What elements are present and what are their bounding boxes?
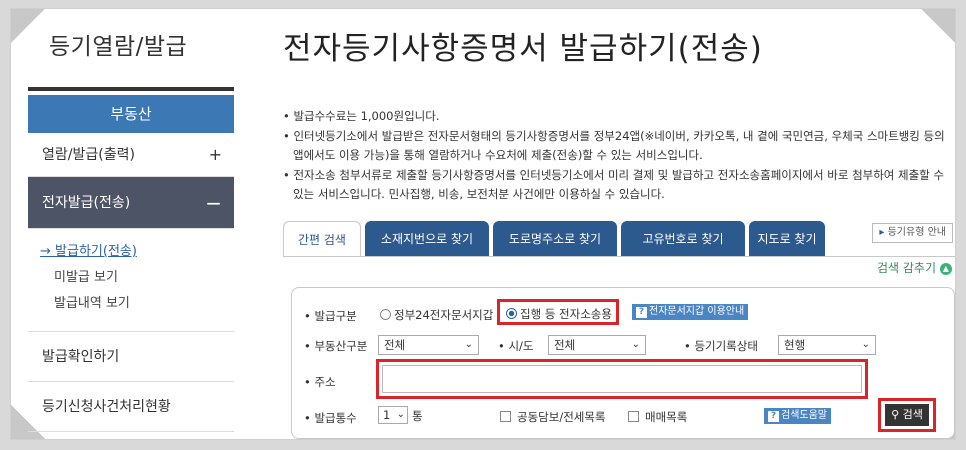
copies-unit: 통	[412, 409, 423, 423]
sidebar-item-label: 등기신청사건처리현황	[42, 399, 171, 415]
tab-simple-search[interactable]: 간편 검색	[283, 221, 361, 257]
triangle-right-icon: ▸	[879, 227, 885, 238]
hide-search-toggle[interactable]: 검색 감추기 ▲	[877, 259, 952, 276]
record-status-select[interactable]: 현행 ⌄	[778, 335, 876, 355]
checkbox-label: 매매목록	[645, 410, 688, 424]
chevron-down-icon: ⌄	[396, 409, 405, 420]
sidebar-item-view-issue[interactable]: 열람/발급(출력) +	[28, 133, 234, 177]
select-value: 1	[383, 408, 391, 422]
frame-corner	[11, 9, 45, 43]
tab-lot-number[interactable]: 소재지번으로 찾기	[365, 221, 489, 257]
radio-label: 집행 등 전자소송용	[520, 307, 612, 321]
search-button-label: 검색	[902, 408, 923, 421]
checkbox-label: 공동담보/전세목록	[517, 410, 606, 424]
checkbox[interactable]	[628, 411, 639, 422]
checkbox-sale-list[interactable]: 매매목록	[628, 409, 687, 425]
radio-button[interactable]	[380, 309, 391, 320]
tab-road-address[interactable]: 도로명주소로 찾기	[493, 221, 617, 257]
sidebar-section-title: 등기열람/발급	[49, 34, 188, 60]
radio-ecourt[interactable]: 집행 등 전자소송용	[506, 306, 612, 322]
chevron-down-icon: ⌄	[464, 339, 473, 350]
sidebar-item-label: 열람/발급(출력)	[42, 147, 135, 163]
plus-icon[interactable]: +	[209, 133, 222, 177]
sidebar-item-label: 전자발급(전송)	[42, 195, 131, 211]
wallet-guide-label: 전자문서지갑 이용안내	[649, 306, 745, 317]
chevron-down-icon: ⌄	[631, 339, 640, 350]
copies-label: • 발급통수	[304, 411, 357, 425]
note-fee: • 발급수수료는 1,000원입니다.	[283, 109, 440, 123]
search-help-button[interactable]: ? 검색도움말	[764, 408, 831, 424]
search-help-label: 검색도움말	[781, 410, 827, 421]
sidebar-item-electronic-issue[interactable]: 전자발급(전송) −	[28, 177, 234, 229]
sidebar-submenu: → 발급하기(전송) 미발급 보기 발급내역 보기	[28, 229, 234, 332]
record-status-label: • 등기기록상태	[684, 339, 758, 353]
tab-unique-number[interactable]: 고유번호로 찾기	[621, 221, 745, 257]
sidebar-item-verify[interactable]: 발급확인하기	[28, 332, 234, 382]
issue-type-label: • 발급구분	[304, 309, 357, 323]
chevron-down-icon: ⌄	[861, 339, 870, 350]
address-input[interactable]	[382, 365, 862, 393]
radio-gov24[interactable]: 정부24전자문서지갑	[380, 307, 493, 323]
checkbox[interactable]	[500, 411, 511, 422]
note-ecourt: • 전자소송 첨부서류로 제출할 등기사항증명서를 인터넷등기소에서 미리 결제…	[283, 167, 945, 202]
search-icon: ⚲	[891, 408, 900, 421]
property-type-select[interactable]: 전체 ⌄	[378, 335, 479, 355]
sidebar-subitem-unissued[interactable]: 미발급 보기	[40, 265, 234, 291]
hide-search-label: 검색 감추기	[877, 261, 937, 275]
sidebar-subitem-history[interactable]: 발급내역 보기	[40, 291, 234, 317]
sidebar-divider	[28, 87, 234, 91]
property-type-label: • 부동산구분	[304, 339, 368, 353]
sidebar-item-case-status[interactable]: 등기신청사건처리현황	[28, 382, 234, 432]
select-value: 현행	[784, 338, 806, 352]
region-label: • 시/도	[498, 339, 534, 353]
select-value: 전체	[554, 338, 576, 352]
wallet-guide-button[interactable]: ? 전자문서지갑 이용안내	[632, 304, 749, 320]
search-button[interactable]: ⚲ 검색	[885, 404, 929, 426]
region-select[interactable]: 전체 ⌄	[548, 335, 646, 355]
radio-button-selected[interactable]	[506, 308, 517, 319]
page-title: 전자등기사항증명서 발급하기(전송)	[283, 31, 763, 67]
guide-button-label: 등기유형 안내	[887, 227, 946, 238]
radio-label: 정부24전자문서지갑	[394, 308, 494, 322]
question-icon: ?	[768, 411, 779, 422]
sidebar-header[interactable]: 부동산	[28, 95, 234, 133]
select-value: 전체	[384, 338, 406, 352]
sidebar-item-label: 발급확인하기	[42, 349, 120, 365]
search-form: • 발급구분 정부24전자문서지갑 집행 등 전자소송용 ? 전자문서지갑 이용안…	[291, 287, 955, 439]
chevron-up-icon: ▲	[939, 262, 952, 275]
note-gov24: • 인터넷등기소에서 발급받은 전자문서형태의 등기사항증명서를 정부24앱(※…	[283, 128, 945, 163]
page-frame: 등기열람/발급 전자등기사항증명서 발급하기(전송) 부동산 열람/발급(출력)…	[10, 8, 956, 440]
sidebar: 부동산 열람/발급(출력) + 전자발급(전송) − → 발급하기(전송) 미발…	[28, 87, 234, 432]
search-tabs: 간편 검색 소재지번으로 찾기 도로명주소로 찾기 고유번호로 찾기 지도로 찾…	[283, 221, 955, 257]
sidebar-subitem-label: 발급하기(전송)	[55, 244, 137, 259]
checkbox-joint-collateral[interactable]: 공동담보/전세목록	[500, 409, 606, 425]
registry-type-guide-button[interactable]: ▸ 등기유형 안내	[872, 223, 953, 243]
info-notes: • 발급수수료는 1,000원입니다. • 인터넷등기소에서 발급받은 전자문서…	[283, 107, 953, 205]
address-label: • 주소	[304, 375, 336, 389]
tab-divider	[283, 256, 955, 257]
tab-map[interactable]: 지도로 찾기	[749, 221, 825, 257]
copies-select[interactable]: 1 ⌄	[378, 406, 408, 424]
question-icon: ?	[636, 307, 647, 318]
sidebar-subitem-issue-send[interactable]: → 발급하기(전송)	[40, 239, 234, 265]
minus-icon[interactable]: −	[205, 177, 222, 229]
arrow-right-icon: →	[40, 244, 56, 259]
frame-corner	[921, 9, 955, 43]
